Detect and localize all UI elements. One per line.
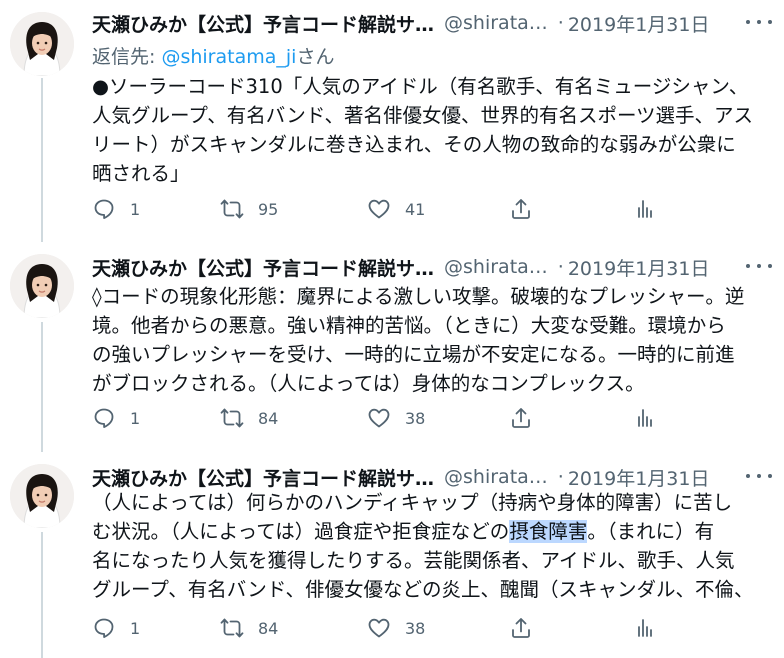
retweet-count: 84 xyxy=(258,408,279,428)
tweet-text-line: 晒される」 xyxy=(92,162,190,185)
retweet-icon xyxy=(220,616,244,640)
like-count: 38 xyxy=(405,408,426,428)
tweet-text-line: リート）がスキャンダルに巻き込まれ、その人物の致命的な弱みが公衆に xyxy=(92,133,736,156)
reply-icon xyxy=(92,197,116,221)
reply-suffix: さん xyxy=(296,46,335,68)
retweet-button[interactable]: 84 xyxy=(220,613,278,643)
thread-line xyxy=(41,78,43,242)
reply-count: 1 xyxy=(130,408,141,428)
tweet-text-line: ●ソーラーコード310「人気のアイドル（有名歌手、有名ミュージシャン、 xyxy=(92,75,749,98)
user-handle[interactable]: @shirata… xyxy=(444,256,548,278)
display-name[interactable]: 天瀬ひみか【公式】予言コード解説サ… xyxy=(92,464,434,491)
reply-icon xyxy=(92,616,116,640)
analytics-icon xyxy=(633,197,657,221)
reply-button[interactable]: 1 xyxy=(92,613,140,643)
user-handle[interactable]: @shirata… xyxy=(444,466,548,488)
display-name[interactable]: 天瀬ひみか【公式】予言コード解説サ… xyxy=(92,10,434,37)
tweet-text-line: む状況。（人によっては）過食症や拒食症などの摂食障害。（まれに）有 xyxy=(92,517,772,546)
avatar-image xyxy=(10,254,74,318)
analytics-button[interactable] xyxy=(633,613,657,643)
tweet-date[interactable]: 2019年1月31日 xyxy=(568,254,710,281)
analytics-button[interactable] xyxy=(633,403,657,433)
selected-text-highlight: 摂食障害 xyxy=(509,520,588,543)
thread-line xyxy=(41,322,43,452)
tweet-text-line: 境。他者からの悪意。強い精神的苦悩。（ときに）大変な受難。環境から xyxy=(92,314,726,337)
tweet-text: ◊コードの現象化形態：魔界による激しい攻撃。破壊的なプレッシャー。逆 境。他者か… xyxy=(92,282,772,398)
tweet-header: 天瀬ひみか【公式】予言コード解説サ… @shirata… · 2019年1月31… xyxy=(92,252,772,282)
reply-count: 1 xyxy=(130,199,141,219)
share-button[interactable] xyxy=(509,613,533,643)
thread-line xyxy=(41,532,43,658)
tweet-text: ●ソーラーコード310「人気のアイドル（有名歌手、有名ミュージシャン、 人気グル… xyxy=(92,72,772,188)
reply-mention-link[interactable]: @shiratama_ji xyxy=(161,46,296,68)
retweet-count: 95 xyxy=(258,199,279,219)
retweet-count: 84 xyxy=(258,618,279,638)
reply-prefix: 返信先: xyxy=(92,46,162,68)
share-icon xyxy=(509,197,533,221)
tweet-actions: 1 95 41 xyxy=(92,194,772,224)
reply-icon xyxy=(92,406,116,430)
like-icon xyxy=(367,616,391,640)
tweet-header: 天瀬ひみか【公式】予言コード解説サ… @shirata… · 2019年1月31… xyxy=(92,8,772,38)
tweet-text-line: 名になったり人気を獲得したりする。芸能関係者、アイドル、歌手、人気 xyxy=(92,549,735,572)
analytics-icon xyxy=(633,406,657,430)
avatar[interactable] xyxy=(10,12,74,76)
share-button[interactable] xyxy=(509,194,533,224)
tweet-date[interactable]: 2019年1月31日 xyxy=(568,464,710,491)
tweet-text-line: グループ、有名バンド、俳優女優などの炎上、醜聞（スキャンダル、不倫、 xyxy=(92,578,754,601)
like-count: 41 xyxy=(405,199,426,219)
like-button[interactable]: 41 xyxy=(367,194,425,224)
share-button[interactable] xyxy=(509,403,533,433)
avatar-image xyxy=(10,464,74,528)
like-count: 38 xyxy=(405,618,426,638)
like-button[interactable]: 38 xyxy=(367,403,425,433)
tweet-text-line: ◊コードの現象化形態：魔界による激しい攻撃。破壊的なプレッシャー。逆 xyxy=(92,285,745,308)
tweet-actions: 1 84 38 xyxy=(92,403,772,433)
like-icon xyxy=(367,197,391,221)
tweet-text-line: （人によっては）何らかのハンディキャップ（持病や身体的障害）に苦し xyxy=(92,491,733,514)
like-icon xyxy=(367,406,391,430)
tweet-text-line: 人気グループ、有名バンド、著名俳優女優、世界的有名スポーツ選手、アス xyxy=(92,104,754,127)
analytics-icon xyxy=(633,616,657,640)
share-icon xyxy=(509,406,533,430)
retweet-icon xyxy=(220,406,244,430)
more-icon[interactable] xyxy=(746,12,772,32)
reply-button[interactable]: 1 xyxy=(92,194,140,224)
reply-count: 1 xyxy=(130,618,141,638)
user-handle[interactable]: @shirata… xyxy=(444,12,548,34)
separator-dot: · xyxy=(557,466,564,488)
tweet-text-line: がブロックされる。（人によっては）身体的なコンプレックス。 xyxy=(92,372,645,395)
separator-dot: · xyxy=(557,256,564,278)
retweet-icon xyxy=(220,197,244,221)
more-icon[interactable] xyxy=(746,256,772,276)
reply-to: 返信先: @shiratama_jiさん xyxy=(92,42,334,69)
tweet-date[interactable]: 2019年1月31日 xyxy=(568,10,710,37)
more-icon[interactable] xyxy=(746,466,772,486)
display-name[interactable]: 天瀬ひみか【公式】予言コード解説サ… xyxy=(92,254,434,281)
avatar[interactable] xyxy=(10,464,74,528)
share-icon xyxy=(509,616,533,640)
analytics-button[interactable] xyxy=(633,194,657,224)
tweet-actions: 1 84 38 xyxy=(92,613,772,643)
retweet-button[interactable]: 84 xyxy=(220,403,278,433)
avatar-image xyxy=(10,12,74,76)
tweet-text: （人によっては）何らかのハンディキャップ（持病や身体的障害）に苦し む状況。（人… xyxy=(92,488,772,604)
reply-button[interactable]: 1 xyxy=(92,403,140,433)
avatar[interactable] xyxy=(10,254,74,318)
separator-dot: · xyxy=(557,12,564,34)
tweet-text-segment: 。（まれに）有 xyxy=(587,520,715,543)
tweet-text-line: の強いプレッシャーを受け、一時的に立場が不安定になる。一時的に前進 xyxy=(92,343,735,366)
like-button[interactable]: 38 xyxy=(367,613,425,643)
retweet-button[interactable]: 95 xyxy=(220,194,278,224)
tweet-text-segment: む状況。（人によっては）過食症や拒食症などの xyxy=(92,520,510,543)
